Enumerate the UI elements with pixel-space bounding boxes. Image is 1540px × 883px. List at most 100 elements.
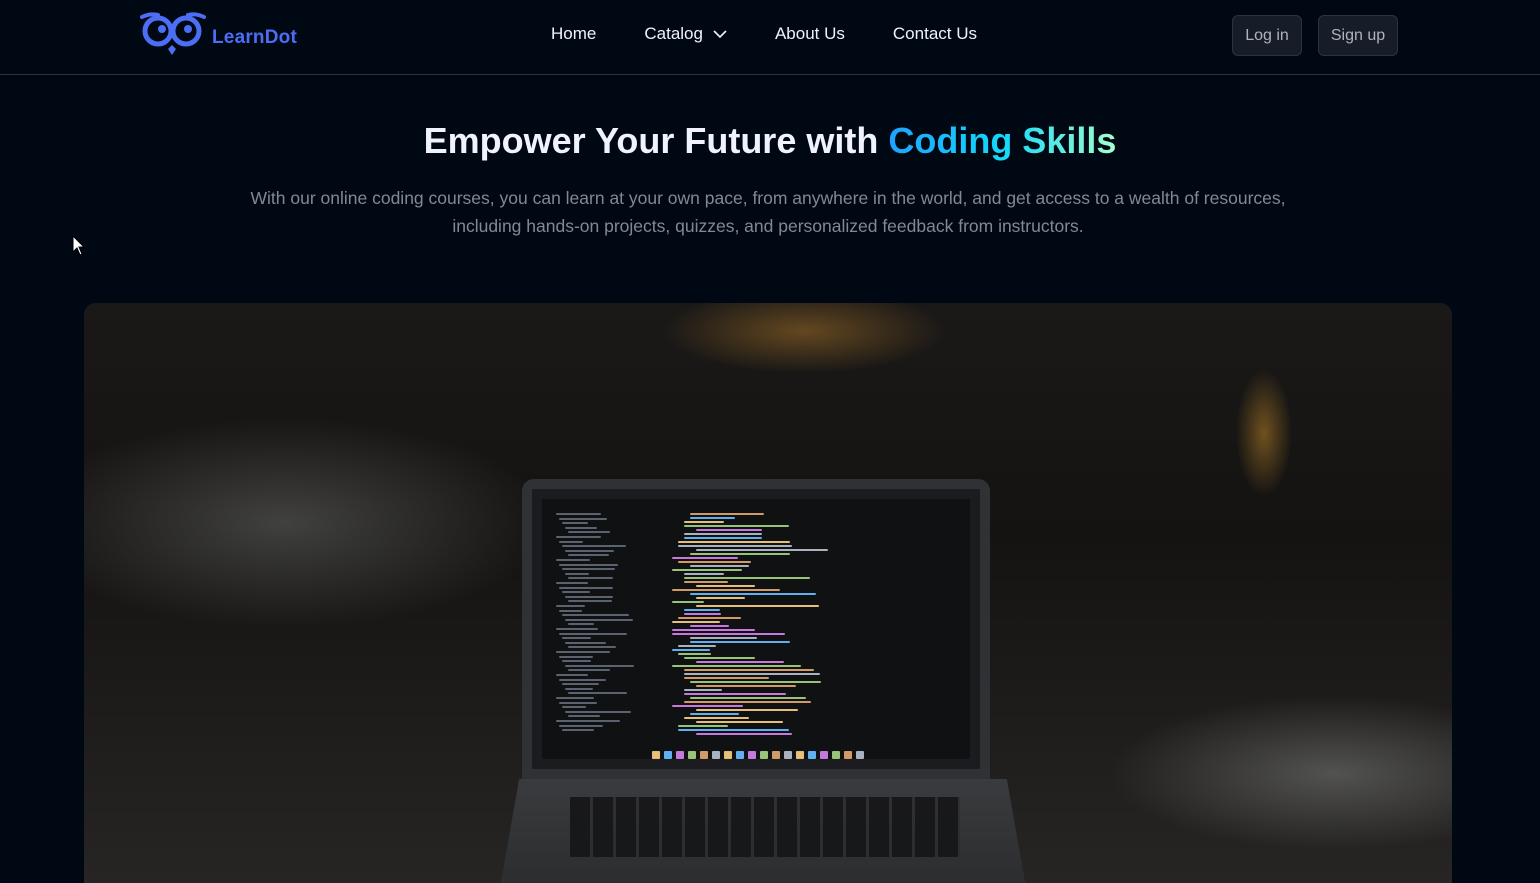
code-line-decor	[672, 665, 801, 667]
code-line-decor	[690, 513, 765, 515]
code-line-decor	[565, 618, 634, 621]
code-line-decor	[678, 545, 793, 547]
mouse-cursor-icon	[72, 235, 86, 256]
code-line-decor	[684, 701, 812, 703]
code-line-decor	[559, 724, 603, 727]
code-editor-screen	[542, 499, 970, 759]
code-line-decor	[678, 561, 752, 563]
dock-icon-decor	[856, 751, 864, 759]
code-line-decor	[562, 683, 599, 686]
top-navbar: LearnDot Home Catalog About Us Contact U…	[0, 0, 1540, 75]
code-line-decor	[559, 540, 583, 543]
code-line-decor	[568, 554, 609, 557]
code-line-decor	[684, 537, 763, 539]
code-line-decor	[556, 674, 588, 676]
code-line-decor	[559, 609, 582, 612]
code-line-decor	[672, 569, 742, 571]
code-line-decor	[690, 637, 758, 639]
code-line-decor	[690, 593, 816, 595]
code-line-decor	[565, 595, 614, 598]
code-line-decor	[556, 559, 591, 561]
code-line-decor	[696, 605, 819, 607]
main-nav: Home Catalog About Us Contact Us	[551, 24, 977, 44]
code-line-decor	[672, 705, 743, 707]
code-line-decor	[690, 681, 821, 683]
code-line-decor	[696, 549, 828, 551]
code-line-decor	[672, 601, 705, 603]
code-line-decor	[684, 573, 724, 575]
code-line-decor	[696, 685, 796, 687]
code-line-decor	[684, 577, 810, 579]
code-line-decor	[556, 651, 610, 653]
code-line-decor	[684, 525, 789, 527]
code-line-decor	[562, 706, 586, 709]
code-line-decor	[684, 533, 763, 535]
code-line-decor	[568, 531, 611, 534]
code-line-decor	[568, 623, 595, 626]
code-line-decor	[559, 701, 597, 704]
code-line-decor	[556, 697, 594, 699]
nav-home-link[interactable]: Home	[551, 24, 596, 44]
code-line-decor	[565, 572, 589, 575]
code-line-decor	[568, 692, 627, 695]
dock-icon-decor	[712, 751, 720, 759]
dock-icon-decor	[748, 751, 756, 759]
nav-catalog-dropdown[interactable]: Catalog	[644, 24, 727, 44]
code-line-decor	[690, 625, 730, 627]
nav-contact-link[interactable]: Contact Us	[893, 24, 977, 44]
code-line-decor	[672, 633, 786, 635]
dock-icon-decor	[784, 751, 792, 759]
code-line-decor	[556, 582, 588, 584]
hero-title: Empower Your Future with Coding Skills	[0, 120, 1540, 162]
code-line-decor	[562, 660, 591, 663]
code-line-decor	[690, 553, 791, 555]
code-line-decor	[672, 629, 755, 631]
dock-icon-decor	[724, 751, 732, 759]
chevron-down-icon	[713, 29, 727, 38]
code-line-decor	[690, 565, 750, 567]
code-line-decor	[556, 720, 621, 722]
nav-about-link[interactable]: About Us	[775, 24, 845, 44]
code-line-decor	[562, 614, 629, 617]
code-line-decor	[696, 597, 745, 599]
code-line-decor	[565, 710, 632, 713]
hero-subtitle: With our online coding courses, you can …	[250, 188, 1286, 236]
dock-icon-decor	[760, 751, 768, 759]
signup-button[interactable]: Sign up	[1318, 15, 1398, 56]
hero-title-prefix: Empower Your Future with	[423, 120, 879, 161]
dock-icon-decor	[844, 751, 852, 759]
hero-title-highlight: Coding Skills	[888, 120, 1117, 161]
code-line-decor	[684, 613, 722, 615]
code-line-decor	[556, 605, 585, 607]
code-line-decor	[684, 521, 724, 523]
code-line-decor	[696, 721, 783, 723]
code-line-decor	[672, 649, 710, 651]
code-line-decor	[672, 557, 738, 559]
dock-icon-decor	[664, 751, 672, 759]
dock-icon-decor	[688, 751, 696, 759]
dock-icon-decor	[736, 751, 744, 759]
code-line-decor	[696, 585, 756, 587]
code-line-decor	[565, 526, 598, 529]
code-line-decor	[690, 713, 739, 715]
code-line-decor	[672, 589, 780, 591]
dock-icon-decor	[832, 751, 840, 759]
code-line-decor	[568, 646, 616, 649]
login-button[interactable]: Log in	[1232, 15, 1302, 56]
code-line-decor	[696, 661, 785, 663]
brand-logo[interactable]: LearnDot	[140, 10, 297, 60]
code-line-decor	[562, 545, 626, 548]
code-line-decor	[556, 628, 599, 630]
code-line-decor	[684, 657, 756, 659]
code-line-decor	[565, 664, 635, 667]
code-line-decor	[559, 678, 607, 681]
hero-image	[84, 303, 1452, 883]
code-line-decor	[678, 541, 790, 543]
code-line-decor	[678, 645, 717, 647]
brand-name: LearnDot	[212, 27, 297, 48]
code-line-decor	[562, 568, 615, 571]
code-line-decor	[562, 522, 588, 525]
dock-icon-decor	[820, 751, 828, 759]
code-line-decor	[696, 733, 792, 735]
code-line-decor	[696, 709, 799, 711]
